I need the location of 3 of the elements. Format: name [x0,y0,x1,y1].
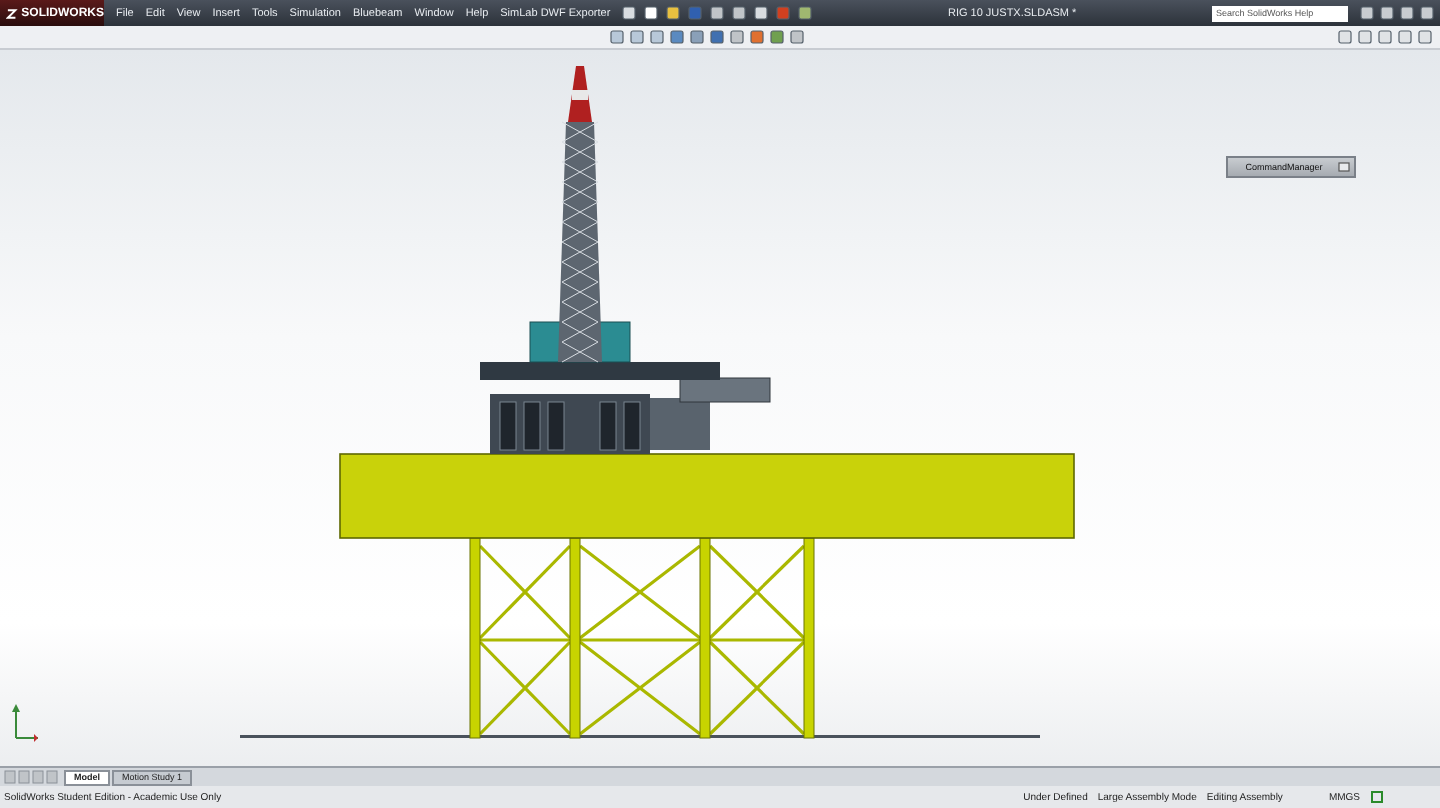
logo-icon [6,7,18,19]
window-toggle-icon [1338,162,1350,172]
axis-triad-icon [8,702,40,742]
